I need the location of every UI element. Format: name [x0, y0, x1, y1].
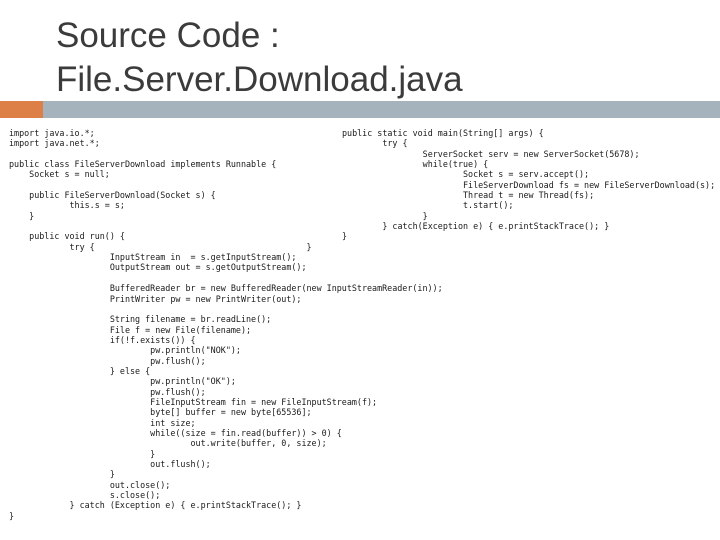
code-line: try { } — [9, 241, 312, 252]
code-line: pw.flush(); — [9, 355, 206, 366]
code-line: pw.flush(); — [9, 386, 206, 397]
code-line: s.close(); — [9, 490, 161, 501]
code-line: } — [342, 231, 348, 242]
code-line: out.close(); — [9, 479, 171, 490]
code-line: } — [9, 469, 115, 480]
code-line: } — [9, 510, 15, 521]
code-line: pw.println("OK"); — [9, 376, 236, 387]
code-line: ServerSocket serv = new ServerSocket(567… — [342, 148, 640, 159]
code-line: try { — [342, 138, 408, 149]
code-line: out.write(buffer, 0, size); — [9, 438, 327, 449]
slide-title-line-2: File.Server.Download.java — [56, 60, 463, 99]
code-line: out.flush(); — [9, 459, 211, 469]
code-line: String filename = br.readLine(); — [9, 314, 272, 325]
code-line: } — [9, 448, 156, 459]
code-line: Socket s = serv.accept(); — [342, 169, 590, 180]
code-line: OutputStream out = s.getOutputStream(); — [9, 262, 307, 273]
code-line: t.start(); — [342, 200, 514, 211]
code-line: PrintWriter pw = new PrintWriter(out); — [9, 293, 302, 304]
code-line: FileInputStream fin = new FileInputStrea… — [9, 396, 378, 407]
code-line: byte[] buffer = new byte[65536]; — [9, 407, 312, 418]
code-line: } catch (Exception e) { e.printStackTrac… — [9, 500, 302, 511]
slide-title: Source Code : File.Server.Download.java — [56, 14, 463, 102]
code-line: pw.println("NOK"); — [9, 345, 241, 356]
code-line: } catch(Exception e) { e.printStackTrace… — [342, 221, 610, 232]
code-line: File f = new File(filename); — [9, 324, 252, 335]
code-line: BufferedReader br = new BufferedReader(n… — [9, 283, 443, 294]
code-line: while((size = fin.read(buffer)) > 0) { — [9, 427, 342, 438]
header-divider-bar — [43, 101, 720, 118]
code-line: } else { — [9, 365, 151, 376]
code-line: if(!f.exists()) { — [9, 334, 196, 345]
code-line: public static void main(String[] args) { — [342, 128, 544, 138]
slide-title-line-1: Source Code : — [56, 16, 280, 55]
code-line: Thread t = new Thread(fs); — [342, 190, 595, 201]
code-line: InputStream in = s.getInputStream(); — [9, 252, 297, 263]
code-line: while(true) { — [342, 159, 489, 170]
code-line: } — [342, 210, 428, 221]
code-line: FileServerDownload fs = new FileServerDo… — [342, 179, 716, 190]
code-block-right: public static void main(String[] args) {… — [342, 128, 715, 242]
header-accent-bar — [0, 101, 43, 118]
code-line: int size; — [9, 417, 196, 428]
